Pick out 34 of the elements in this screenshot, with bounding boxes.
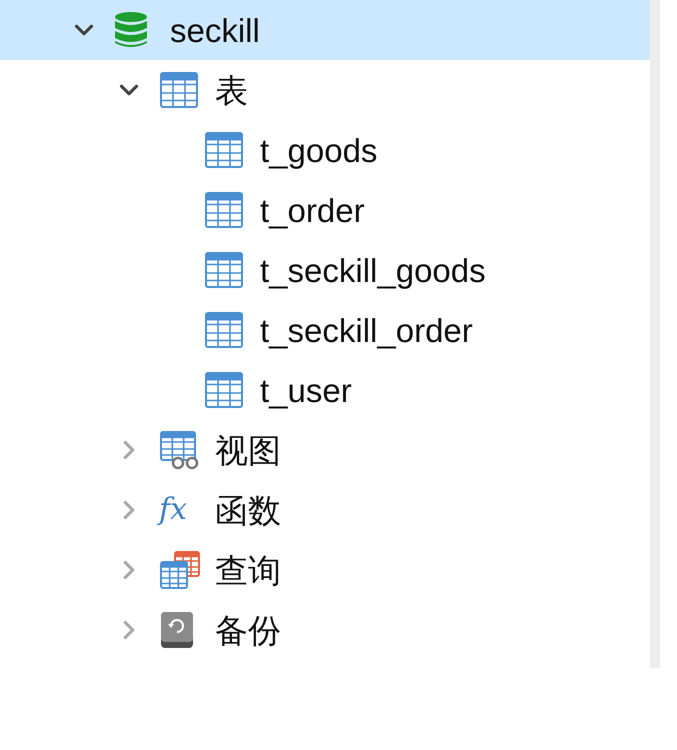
scrollbar-track[interactable] <box>650 0 660 668</box>
item-label: 表 <box>215 74 248 106</box>
tree-item[interactable]: 视图 <box>0 420 650 480</box>
item-label: 查询 <box>215 554 281 586</box>
table-icon <box>204 251 244 289</box>
tree-item[interactable]: t_user <box>0 360 650 420</box>
function-icon: fx <box>159 495 199 525</box>
tables-icon <box>159 550 201 590</box>
tree-item[interactable]: t_seckill_order <box>0 300 650 360</box>
tree-item[interactable]: 备份 <box>0 600 650 660</box>
item-label: 视图 <box>215 434 281 466</box>
tree-item[interactable]: t_goods <box>0 120 650 180</box>
backup-icon <box>159 610 195 650</box>
table-icon <box>204 311 244 349</box>
item-label: t_seckill_goods <box>260 254 486 286</box>
tree-item[interactable]: t_order <box>0 180 650 240</box>
tree-item[interactable]: seckill <box>0 0 650 60</box>
database-icon <box>114 11 148 49</box>
tree-item[interactable]: 查询 <box>0 540 650 600</box>
item-label: t_goods <box>260 134 378 166</box>
item-label: t_seckill_order <box>260 314 473 346</box>
tree-item[interactable]: 表 <box>0 60 650 120</box>
table-glasses-icon <box>159 430 201 470</box>
table-icon <box>204 131 244 169</box>
item-label: t_order <box>260 194 365 226</box>
table-icon <box>204 191 244 229</box>
item-label: 备份 <box>215 614 281 646</box>
item-label: seckill <box>170 14 260 46</box>
item-label: t_user <box>260 374 352 406</box>
table-icon <box>204 371 244 409</box>
table-icon <box>159 71 199 109</box>
tree-item[interactable]: fx 函数 <box>0 480 650 540</box>
tree-item[interactable]: t_seckill_goods <box>0 240 650 300</box>
item-label: 函数 <box>215 494 281 526</box>
